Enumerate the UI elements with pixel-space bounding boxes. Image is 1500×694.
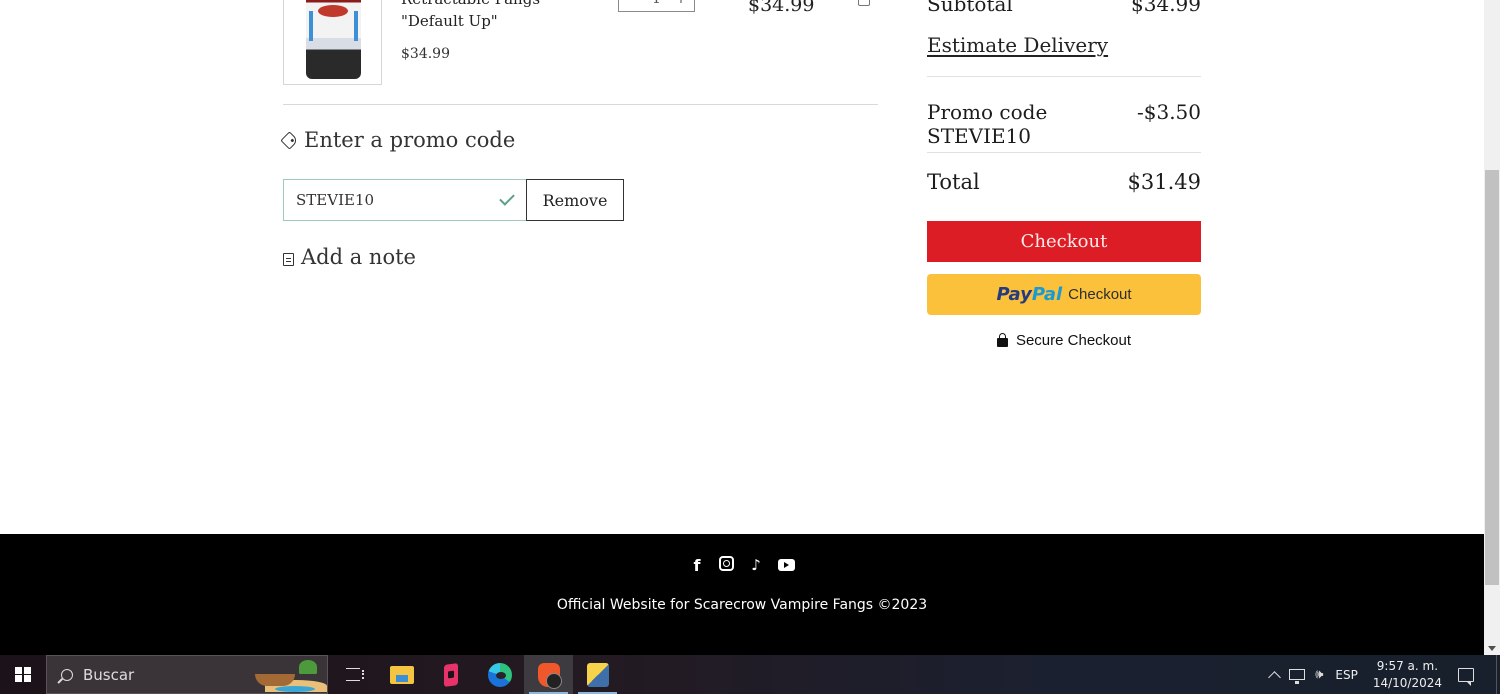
fangs-package-art (306, 0, 361, 79)
promo-discount-value: -$3.50 (1136, 100, 1201, 124)
edge-button[interactable] (475, 655, 524, 694)
edge-icon (487, 662, 512, 687)
instagram-icon[interactable] (719, 556, 734, 571)
youtube-icon[interactable] (778, 559, 795, 571)
folder-icon (389, 665, 414, 684)
total-row: Total $31.49 (927, 170, 1201, 194)
product-unit-price: $34.99 (401, 46, 450, 62)
promo-code-input[interactable] (296, 191, 500, 209)
total-value: $31.49 (1127, 170, 1201, 194)
package-mouth (318, 5, 348, 17)
lock-icon (996, 333, 1008, 347)
pink-app-button[interactable] (426, 655, 475, 694)
show-desktop-button[interactable] (1496, 655, 1500, 694)
promo-code-toggle[interactable]: Enter a promo code (280, 128, 516, 152)
note-icon (283, 253, 294, 266)
search-highlight-beach-icon (255, 660, 327, 692)
task-view-icon (345, 668, 364, 681)
product-name-line2[interactable]: "Default Up" (401, 10, 540, 32)
paypal-logo: PayPal (996, 284, 1062, 305)
checkout-button[interactable]: Checkout (927, 221, 1201, 262)
quantity-stepper[interactable]: − 1 + (618, 0, 695, 12)
package-stripe (354, 11, 358, 41)
taskbar-search-placeholder: Buscar (83, 665, 135, 684)
scrollbar-thumb[interactable] (1485, 170, 1499, 585)
volume-icon[interactable]: 🕪 (1315, 667, 1323, 682)
cart-page: Retractable Fangs "Default Up" $34.99 − … (0, 0, 1484, 655)
python-icon (586, 662, 609, 687)
tag-icon (280, 130, 299, 150)
package-stripe (309, 11, 313, 41)
promo-discount-label: Promo code STEVIE10 (927, 100, 1048, 148)
trash-icon[interactable] (858, 0, 870, 6)
windows-logo-icon (15, 666, 31, 683)
qty-value[interactable]: 1 (652, 0, 661, 7)
footer-copyright: Official Website for Scarecrow Vampire F… (556, 597, 928, 613)
chevron-up-icon[interactable] (1268, 670, 1282, 684)
scroll-down-arrow-icon[interactable] (1488, 646, 1496, 651)
clock[interactable]: 9:57 a. m. 14/10/2024 (1373, 658, 1442, 692)
divider (283, 104, 878, 105)
tiktok-icon[interactable]: ♪ (748, 556, 764, 574)
divider (927, 76, 1201, 77)
estimate-delivery-link[interactable]: Estimate Delivery (927, 33, 1108, 57)
start-button[interactable] (0, 655, 46, 694)
facebook-icon[interactable]: f (689, 556, 705, 575)
paypal-logo-pal: Pal (1031, 284, 1063, 305)
check-icon (499, 190, 515, 206)
social-links: f ♪ (0, 556, 1484, 575)
divider (927, 152, 1201, 153)
add-note-label: Add a note (301, 245, 416, 269)
product-name[interactable]: Retractable Fangs "Default Up" (401, 0, 540, 32)
network-icon[interactable] (1289, 669, 1306, 684)
python-idle-button[interactable] (573, 655, 622, 694)
line-item-price: $34.99 (748, 0, 815, 16)
add-note-toggle[interactable]: Add a note (283, 245, 416, 269)
total-label: Total (927, 170, 980, 194)
subtotal-label: Subtotal (927, 0, 1013, 16)
secure-checkout-label: Secure Checkout (1015, 332, 1132, 349)
remove-promo-button[interactable]: Remove (526, 179, 624, 221)
brave-browser-button[interactable] (524, 655, 573, 694)
clock-time: 9:57 a. m. (1376, 658, 1439, 673)
qty-increase-button[interactable]: + (675, 0, 687, 7)
windows-taskbar: Buscar 🕪 ESP 9:57 a. m. 14/10/2024 (0, 655, 1500, 694)
paypal-checkout-button[interactable]: PayPal Checkout (927, 274, 1201, 315)
product-name-line1[interactable]: Retractable Fangs (401, 0, 540, 10)
notification-center-icon[interactable] (1458, 667, 1474, 686)
file-explorer-button[interactable] (377, 655, 426, 694)
qty-decrease-button[interactable]: − (626, 0, 638, 7)
paypal-checkout-label: Checkout (1068, 286, 1132, 303)
search-icon (61, 668, 73, 681)
pink-app-icon (443, 662, 458, 687)
language-indicator[interactable]: ESP (1335, 668, 1357, 682)
system-tray: 🕪 ESP 9:57 a. m. 14/10/2024 (1268, 655, 1500, 694)
paypal-logo-pay: Pay (996, 284, 1032, 305)
task-view-button[interactable] (328, 655, 377, 694)
site-footer: f ♪ Official Website for Scarecrow Vampi… (0, 534, 1484, 655)
promo-heading-label: Enter a promo code (304, 128, 516, 152)
clock-date: 14/10/2024 (1372, 675, 1442, 690)
secure-checkout-note: Secure Checkout (927, 332, 1201, 349)
taskbar-search[interactable]: Buscar (46, 655, 328, 694)
page-scrollbar[interactable] (1484, 0, 1500, 655)
promo-code-field[interactable] (283, 179, 527, 221)
subtotal-row: Subtotal $34.99 (927, 0, 1201, 16)
subtotal-value: $34.99 (1131, 0, 1201, 16)
brave-icon (537, 662, 562, 689)
promo-discount-row: Promo code STEVIE10 -$3.50 (927, 100, 1201, 148)
product-image[interactable] (283, 0, 382, 85)
